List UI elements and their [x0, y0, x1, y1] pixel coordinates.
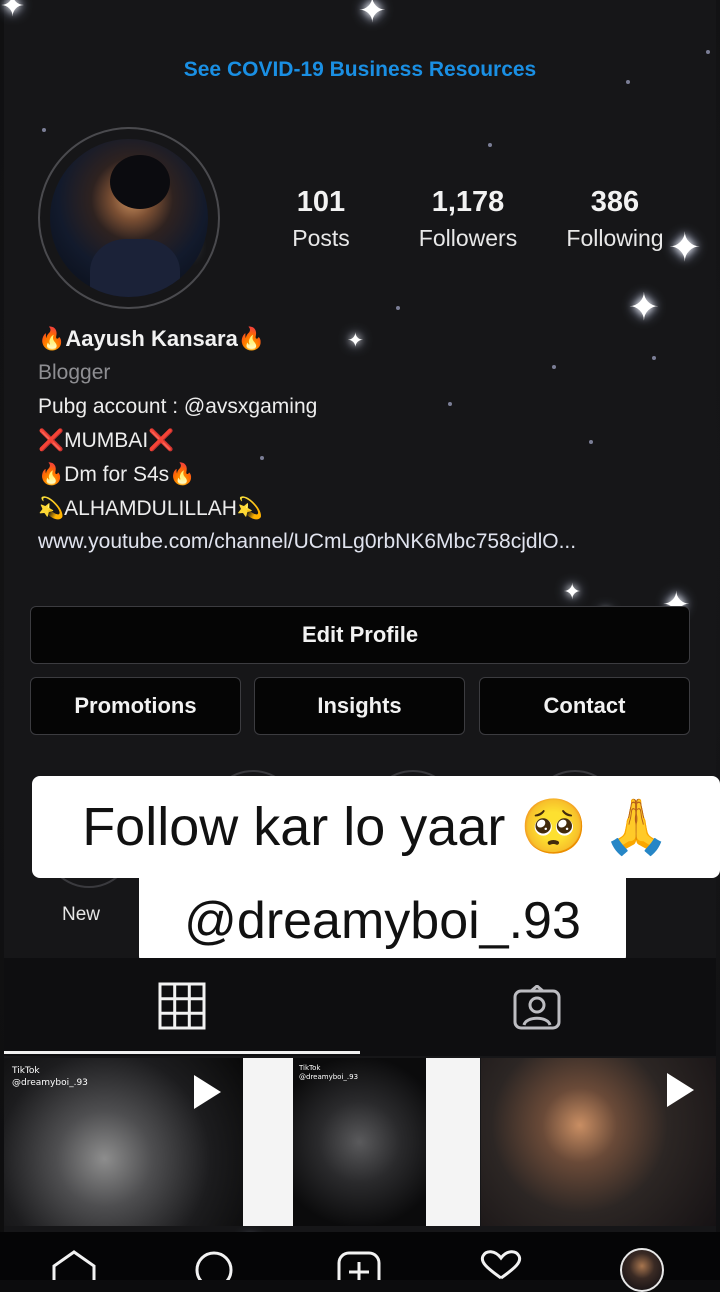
post-thumbnail-margin: [243, 1058, 293, 1226]
sparkle-icon: ✦: [347, 328, 364, 352]
video-caption-line2: @dreamyboi_.93: [139, 878, 626, 964]
post-thumbnail[interactable]: TikTok @dreamyboi_.93: [293, 1058, 426, 1226]
tiktok-watermark: TikTok: [299, 1064, 321, 1072]
following-label: Following: [566, 225, 664, 251]
sparkle-dot: [589, 440, 593, 444]
promotions-button[interactable]: Promotions: [30, 677, 241, 735]
bio-line: Pubg account : @avsxgaming: [38, 395, 318, 418]
tiktok-handle: @dreamyboi_.93: [12, 1078, 88, 1088]
new-highlight-label: New: [62, 904, 101, 925]
play-icon: [667, 1073, 694, 1107]
active-tab-indicator: [4, 1051, 360, 1054]
sparkle-icon: ✦: [358, 0, 387, 31]
sparkle-dot: [488, 143, 492, 147]
tiktok-handle: @dreamyboi_.93: [299, 1073, 359, 1081]
bio-line: ❌MUMBAI❌: [38, 429, 175, 452]
sparkle-dot: [706, 50, 710, 54]
profile-name: 🔥Aayush Kansara🔥: [38, 326, 266, 351]
bio-line: 💫ALHAMDULILLAH💫: [38, 497, 264, 520]
home-icon[interactable]: [50, 1250, 98, 1280]
profile-tab-bar: [4, 958, 716, 1056]
play-icon: [194, 1075, 221, 1109]
search-icon[interactable]: [192, 1248, 236, 1289]
sparkle-dot: [42, 128, 46, 132]
posts-count: 101: [296, 186, 346, 218]
stat-posts[interactable]: 101 Posts: [246, 186, 396, 252]
followers-label: Followers: [418, 225, 518, 251]
sparkle-icon: ✦: [563, 580, 582, 605]
grid-icon[interactable]: [158, 982, 206, 1030]
post-thumbnail[interactable]: TikTok @dreamyboi_.93: [4, 1058, 243, 1226]
sparkle-dot: [448, 402, 452, 406]
profile-avatar-icon[interactable]: [620, 1248, 664, 1292]
sparkle-dot: [652, 356, 656, 360]
heart-icon[interactable]: [477, 1250, 525, 1280]
covid-resources-link[interactable]: See COVID-19 Business Resources: [0, 58, 720, 82]
sparkle-icon: ✦: [628, 285, 660, 329]
sparkle-icon: ✦: [0, 0, 26, 24]
post-thumbnail-margin: [426, 1058, 480, 1226]
video-caption-line1: Follow kar lo yaar 🥺 🙏: [32, 776, 720, 878]
profile-website-link[interactable]: www.youtube.com/channel/UCmLg0rbNK6Mbc75…: [38, 530, 698, 554]
edit-profile-button[interactable]: Edit Profile: [30, 606, 690, 664]
post-thumbnail[interactable]: [481, 1058, 716, 1226]
bio-line: 🔥Dm for S4s🔥: [38, 463, 196, 486]
sparkle-dot: [396, 306, 400, 310]
profile-category: Blogger: [38, 361, 111, 384]
sparkle-dot: [552, 365, 556, 369]
stat-following[interactable]: 386 Following: [540, 186, 690, 252]
sparkle-dot: [260, 456, 264, 460]
tagged-icon[interactable]: [512, 984, 562, 1031]
posts-label: Posts: [292, 225, 350, 251]
tiktok-watermark: TikTok: [12, 1066, 40, 1076]
contact-button[interactable]: Contact: [479, 677, 690, 735]
stat-followers[interactable]: 1,178 Followers: [393, 186, 543, 252]
add-post-icon[interactable]: [336, 1250, 382, 1292]
following-count: 386: [590, 186, 640, 218]
followers-count: 1,178: [431, 186, 505, 218]
profile-avatar[interactable]: [50, 139, 208, 297]
insights-button[interactable]: Insights: [254, 677, 465, 735]
